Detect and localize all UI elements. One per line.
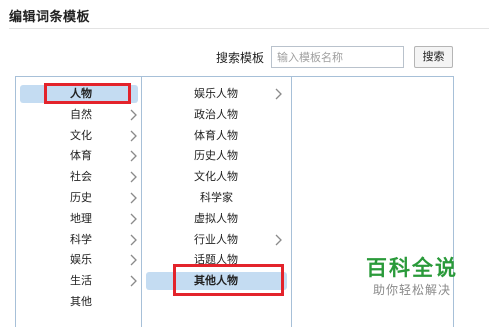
item-label: 娱乐人物 (194, 87, 238, 100)
watermark-main-text: 百科全说 (366, 256, 458, 280)
item-label: 科学家 (200, 191, 233, 204)
subcategory-item[interactable]: 科学家 (146, 189, 287, 207)
search-input[interactable] (271, 46, 404, 68)
item-label: 其他 (70, 295, 92, 308)
chevron-right-icon (128, 147, 138, 165)
category-item[interactable]: 其他 (20, 293, 138, 311)
item-label: 行业人物 (194, 232, 238, 246)
page-title: 编辑词条模板 (9, 10, 91, 25)
watermark-sub-text: 助你轻松解决 (373, 283, 452, 297)
subcategory-item[interactable]: 政治人物 (146, 106, 287, 124)
item-label: 体育人物 (194, 128, 238, 142)
chevron-right-icon (273, 85, 283, 103)
title-divider (9, 28, 489, 29)
item-label: 文化 (70, 128, 92, 142)
item-label: 社会 (70, 170, 92, 184)
category-item[interactable]: 地理 (20, 210, 138, 228)
subcategory-item[interactable]: 体育人物 (146, 127, 287, 145)
chevron-right-icon (128, 272, 138, 290)
item-label: 娱乐 (70, 253, 92, 267)
subcategory-item[interactable]: 娱乐人物 (146, 85, 287, 103)
item-label: 科学 (70, 232, 92, 246)
chevron-right-icon (128, 106, 138, 124)
category-item[interactable]: 自然 (20, 106, 138, 124)
subcategory-item[interactable]: 虚拟人物 (146, 210, 287, 228)
category-item[interactable]: 体育 (20, 147, 138, 165)
item-label: 文化人物 (194, 170, 238, 184)
chevron-right-icon (128, 251, 138, 269)
item-label: 历史 (70, 191, 92, 204)
search-label: 搜索模板 (216, 51, 265, 65)
subcategory-item[interactable]: 文化人物 (146, 168, 287, 186)
chevron-right-icon (128, 168, 138, 186)
subcategory-item[interactable]: 行业人物 (146, 231, 287, 249)
item-label: 地理 (70, 211, 92, 225)
highlight-box-subcategory (173, 264, 284, 296)
chevron-right-icon (128, 189, 138, 207)
category-item[interactable]: 社会 (20, 168, 138, 186)
category-item[interactable]: 历史 (20, 189, 138, 207)
item-label: 自然 (70, 107, 92, 121)
category-column[interactable]: 人物 自然 文化 体育 社会 历史 地理 科学 娱乐 生活 其他 (15, 76, 142, 327)
chevron-right-icon (273, 231, 283, 249)
chevron-right-icon (128, 127, 138, 145)
item-label: 虚拟人物 (194, 211, 238, 225)
item-label: 历史人物 (194, 149, 238, 163)
item-label: 生活 (70, 274, 92, 288)
category-item[interactable]: 生活 (20, 272, 138, 290)
category-item[interactable]: 娱乐 (20, 251, 138, 269)
item-label: 体育 (70, 149, 92, 163)
watermark: 百科全说 助你轻松解决 (356, 252, 486, 302)
search-button[interactable]: 搜索 (414, 46, 453, 68)
highlight-box-category (44, 83, 131, 104)
category-item[interactable]: 科学 (20, 231, 138, 249)
chevron-right-icon (128, 231, 138, 249)
item-label: 政治人物 (194, 107, 238, 121)
subcategory-item[interactable]: 历史人物 (146, 147, 287, 165)
category-item[interactable]: 文化 (20, 127, 138, 145)
chevron-right-icon (128, 210, 138, 228)
